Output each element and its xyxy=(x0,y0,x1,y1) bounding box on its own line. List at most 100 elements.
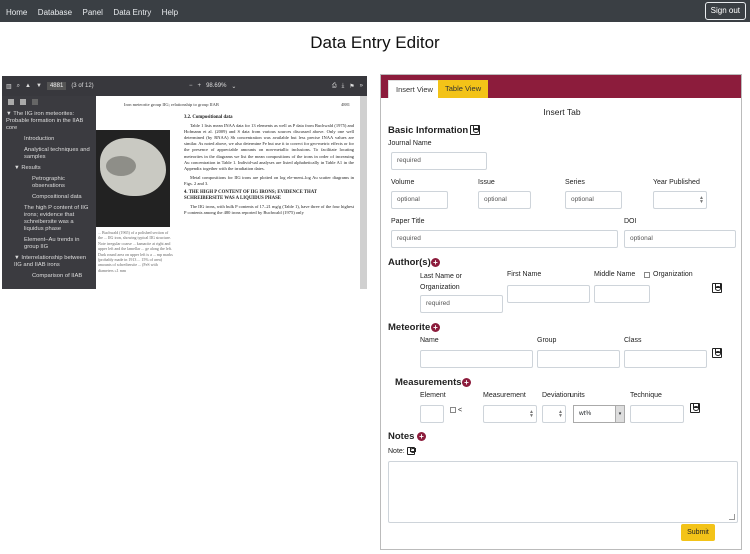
nav-data-entry[interactable]: Data Entry xyxy=(113,8,151,17)
add-note-icon[interactable]: + xyxy=(417,432,426,441)
outline-item[interactable]: Introduction xyxy=(6,136,92,143)
section-heading: 3.2. Compositional data xyxy=(184,115,233,120)
units-label: units xyxy=(570,392,585,399)
last-name-input[interactable]: required xyxy=(420,295,503,313)
journal-input[interactable]: required xyxy=(391,152,487,170)
issue-label: Issue xyxy=(478,179,495,186)
issue-input[interactable]: optional xyxy=(478,191,531,209)
outline-item[interactable]: Compositional data xyxy=(6,194,92,201)
nav-help[interactable]: Help xyxy=(162,8,178,17)
nav-database[interactable]: Database xyxy=(38,8,72,17)
zoom-level[interactable]: 98.69% xyxy=(206,83,226,89)
authors-heading: Author(s) xyxy=(388,257,431,268)
data-entry-panel: Insert View Table View Insert Tab Basic … xyxy=(380,74,742,550)
meteorite-photo xyxy=(96,130,170,227)
bookmark-icon[interactable]: ⚑ xyxy=(349,83,354,90)
running-head: Iron meteorite group IIG; relationship t… xyxy=(124,102,350,107)
save-icon[interactable] xyxy=(712,348,722,358)
units-select[interactable]: wt% ▾ xyxy=(573,405,625,423)
outline-item[interactable]: Analytical techniques and samples xyxy=(6,147,92,161)
volume-input[interactable]: optional xyxy=(391,191,448,209)
technique-input[interactable] xyxy=(630,405,684,423)
save-icon[interactable] xyxy=(712,283,722,293)
add-author-icon[interactable]: + xyxy=(431,258,440,267)
page-number-input[interactable]: 4881 xyxy=(46,82,67,90)
first-name-input[interactable] xyxy=(507,285,590,303)
tab-insert-view[interactable]: Insert View xyxy=(388,80,441,98)
sign-out-button[interactable]: Sign out xyxy=(704,2,746,20)
less-than-label: < xyxy=(458,407,463,414)
element-input[interactable] xyxy=(420,405,444,423)
add-measurement-icon[interactable]: + xyxy=(462,378,471,387)
nav-links: Home Database Panel Data Entry Help xyxy=(6,2,184,20)
outline-icon[interactable] xyxy=(20,99,26,105)
element-label: Element xyxy=(420,392,446,399)
outline-item[interactable]: Comparison of IIAB xyxy=(6,273,92,280)
group-label: Group xyxy=(537,337,557,344)
paragraph: Table 1 lists mean INAA data for 13 elem… xyxy=(184,123,354,171)
paragraph: The IIG irons, with bulk P contents of 1… xyxy=(184,204,354,216)
middle-name-input[interactable] xyxy=(594,285,650,303)
class-input[interactable] xyxy=(624,350,707,368)
nav-home[interactable]: Home xyxy=(6,8,27,17)
add-meteorite-icon[interactable]: + xyxy=(431,323,440,332)
measurement-label: Measurement xyxy=(483,392,526,399)
less-than-checkbox[interactable] xyxy=(450,407,456,413)
next-page-icon[interactable]: ▼ xyxy=(36,83,42,89)
insert-tab-heading: Insert Tab xyxy=(543,107,581,117)
outline-item[interactable]: Element–Au trends in group IIG xyxy=(6,237,92,251)
save-icon[interactable] xyxy=(470,125,480,135)
print-icon[interactable]: ⎙ xyxy=(332,83,337,90)
paper-title-input[interactable]: required xyxy=(391,230,618,248)
volume-label: Volume xyxy=(391,179,415,186)
figure-caption: ... Buchwald (1965) of a polished sectio… xyxy=(98,230,173,273)
year-input[interactable]: ▲ ▼ xyxy=(653,191,707,209)
page-title: Data Entry Editor xyxy=(310,33,440,52)
note-textarea[interactable] xyxy=(388,461,738,523)
top-navbar: Home Database Panel Data Entry Help Sign… xyxy=(0,0,750,22)
search-icon[interactable]: ⌕ xyxy=(17,83,20,90)
resize-handle[interactable] xyxy=(729,514,735,520)
pdf-scrollbar[interactable] xyxy=(360,96,367,289)
doi-input[interactable]: optional xyxy=(624,230,736,248)
save-icon[interactable] xyxy=(407,447,416,455)
download-icon[interactable]: ⤓ xyxy=(342,83,345,90)
running-page-number: 4881 xyxy=(341,102,350,107)
outline-item[interactable]: ▼ Interrelationship between IIG and IIAB… xyxy=(6,255,92,269)
outline-item[interactable]: ▼ Results xyxy=(6,165,92,172)
paragraph: Metal compositions for IIG irons are plo… xyxy=(184,174,354,186)
notes-heading: Notes xyxy=(388,431,415,442)
deviation-input[interactable]: ▲ ▼ xyxy=(542,405,566,423)
outline-list: ▼ The IIG iron meteorites: Probable form… xyxy=(2,108,96,287)
prev-page-icon[interactable]: ▲ xyxy=(25,83,31,89)
pdf-page: Iron meteorite group IIG; relationship t… xyxy=(96,96,360,289)
submit-button[interactable]: Submit xyxy=(681,524,715,541)
zoom-in-icon[interactable]: + xyxy=(198,83,202,89)
outline-item[interactable]: The high P content of IIG irons; evidenc… xyxy=(6,205,92,233)
more-tools-icon[interactable]: » xyxy=(360,83,363,89)
pdf-viewer: ▥ ⌕ ▲ ▼ 4881 (3 of 12) − + 98.69% ⌄ ⎙ ⤓ … xyxy=(2,76,367,289)
nav-panel[interactable]: Panel xyxy=(83,8,103,17)
chevron-down-icon: ▾ xyxy=(615,406,624,422)
meteorite-heading: Meteorite xyxy=(388,322,431,333)
thumbnails-icon[interactable] xyxy=(8,99,14,105)
outline-item[interactable]: Petrographic observations xyxy=(6,176,92,190)
doi-label: DOI xyxy=(624,218,637,225)
measurement-input[interactable]: ▲ ▼ xyxy=(483,405,537,423)
sidebar-toggle-icon[interactable]: ▥ xyxy=(6,83,12,90)
save-icon[interactable] xyxy=(690,403,700,413)
organization-checkbox[interactable] xyxy=(644,272,650,278)
attachments-icon[interactable] xyxy=(32,99,38,105)
series-input[interactable]: optional xyxy=(565,191,622,209)
section-heading: 4. THE HIGH P CONTENT OF IIG IRONS; EVID… xyxy=(184,190,317,202)
basic-info-heading: Basic Information xyxy=(388,125,469,136)
chevron-down-icon[interactable]: ⌄ xyxy=(231,83,236,90)
zoom-out-icon[interactable]: − xyxy=(189,83,193,89)
class-label: Class xyxy=(624,337,642,344)
tab-table-view[interactable]: Table View xyxy=(438,80,489,98)
outline-item[interactable]: ▼ The IIG iron meteorites: Probable form… xyxy=(6,111,92,132)
meteorite-name-input[interactable] xyxy=(420,350,533,368)
note-label: Note: xyxy=(388,448,405,455)
group-input[interactable] xyxy=(537,350,620,368)
paper-title-label: Paper Title xyxy=(391,218,425,225)
